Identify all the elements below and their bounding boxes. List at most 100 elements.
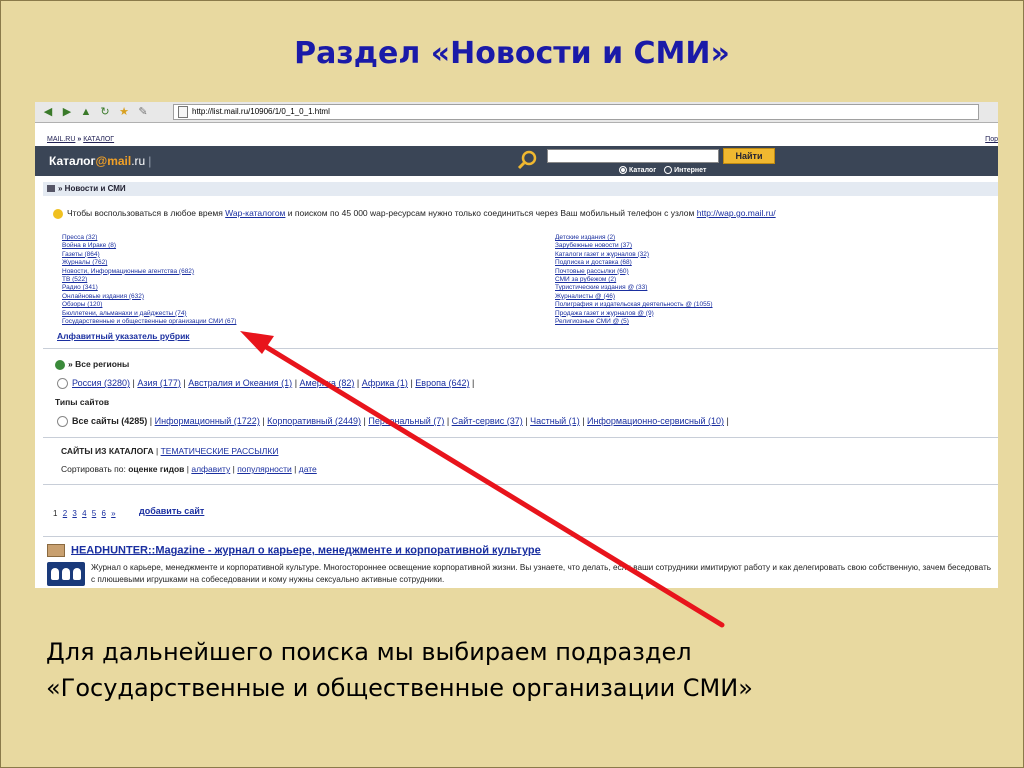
- category-link[interactable]: Подписка и доставка (68): [555, 259, 713, 267]
- mailing-lists-link[interactable]: ТЕМАТИЧЕСКИЕ РАССЫЛКИ: [161, 446, 279, 456]
- globe-icon: [55, 359, 65, 370]
- sort-alphabet-link[interactable]: алфавиту: [191, 464, 230, 474]
- site-types-list: Все сайты (4285) | Информационный (1722)…: [57, 416, 729, 428]
- site-types-title: Типы сайтов: [55, 397, 110, 407]
- site-logo[interactable]: Каталог@mail.ru |: [49, 154, 151, 168]
- category-link[interactable]: Бюллетени, альманахи и дайджесты (74): [62, 310, 236, 318]
- page-link[interactable]: 6: [101, 509, 105, 518]
- category-link[interactable]: Журналисты @ (46): [555, 293, 713, 301]
- address-bar[interactable]: http://list.mail.ru/10906/1/0_1_0_1.html: [173, 104, 979, 120]
- category-link[interactable]: Полиграфия и издательская деятельность @…: [555, 301, 713, 309]
- category-link[interactable]: Продажа газет и журналов @ (9): [555, 310, 713, 318]
- breadcrumb-catalog[interactable]: КАТАЛОГ: [83, 136, 114, 143]
- search-scope: Каталог Интернет: [613, 166, 706, 174]
- notice-text-2: и поиском по 45 000 wap-ресурсам нужно т…: [285, 208, 697, 218]
- logo-ru: .ru: [131, 154, 146, 168]
- wap-url-link[interactable]: http://wap.go.mail.ru/: [697, 208, 776, 218]
- category-link[interactable]: Зарубежные новости (37): [555, 242, 713, 250]
- caption-line-1: Для дальнейшего поиска мы выбираем подра…: [46, 638, 692, 666]
- page-icon: [178, 106, 188, 118]
- category-link[interactable]: Религиозные СМИ @ (5): [555, 318, 713, 326]
- regions-list: Россия (3280) | Азия (177) | Австралия и…: [57, 378, 474, 390]
- site-type-link[interactable]: Информационный (1722): [155, 416, 260, 426]
- result-description: Журнал о карьере, менеджменте и корпорат…: [91, 563, 991, 584]
- category-link[interactable]: Обзоры (120): [62, 301, 236, 309]
- forward-icon[interactable]: ▶: [60, 106, 74, 118]
- radio-internet-label: Интернет: [674, 166, 707, 174]
- sort-label: Сортировать по:: [61, 464, 129, 474]
- headhunter-logo[interactable]: [47, 562, 85, 586]
- alphabet-index-link[interactable]: Алфавитный указатель рубрик: [57, 331, 190, 341]
- site-type-link[interactable]: Информационно-сервисный (10): [587, 416, 724, 426]
- find-button[interactable]: Найти: [723, 148, 775, 164]
- home-icon[interactable]: [47, 185, 55, 193]
- edit-icon[interactable]: ✎: [136, 106, 150, 118]
- site-thumbnail-icon: [47, 544, 65, 557]
- category-list-right: Детские издания (2) Зарубежные новости (…: [555, 234, 713, 326]
- regions-title: » Все регионы: [55, 359, 129, 370]
- breadcrumb-mailru[interactable]: MAIL.RU: [47, 136, 75, 143]
- page-link[interactable]: 2: [63, 509, 67, 518]
- divider: [43, 536, 998, 537]
- page-current: 1: [53, 509, 58, 518]
- region-link[interactable]: Россия (3280): [72, 378, 130, 388]
- header-link-cut[interactable]: Пор: [985, 136, 998, 143]
- logo-bar: |: [148, 154, 152, 168]
- refresh-icon[interactable]: ↻: [98, 106, 112, 118]
- radio-catalog[interactable]: [619, 166, 627, 174]
- category-list-left: Пресса (32) Война в Ираке (8) Газеты (86…: [62, 234, 236, 326]
- category-link[interactable]: Новости, Информационные агентства (682): [62, 268, 236, 276]
- add-site-link[interactable]: добавить сайт: [139, 506, 204, 516]
- region-link[interactable]: Австралия и Океания (1): [188, 378, 292, 388]
- sort-date-link[interactable]: дате: [299, 464, 317, 474]
- smiley-icon: [53, 208, 63, 219]
- wap-notice: Чтобы воспользоваться в любое время Wap-…: [53, 208, 776, 219]
- category-link[interactable]: Онлайновые издания (632): [62, 293, 236, 301]
- category-link[interactable]: Война в Ираке (8): [62, 242, 236, 250]
- site-type-link[interactable]: Частный (1): [530, 416, 580, 426]
- radio-catalog-label: Каталог: [629, 166, 657, 174]
- favorites-icon[interactable]: ★: [117, 106, 131, 118]
- category-link[interactable]: Каталоги газет и журналов (32): [555, 251, 713, 259]
- site-type-link[interactable]: Корпоративный (2449): [267, 416, 361, 426]
- wap-catalog-link[interactable]: Wap-каталогом: [225, 208, 285, 218]
- divider: [43, 437, 998, 438]
- region-link[interactable]: Европа (642): [415, 378, 469, 388]
- category-link[interactable]: Газеты (864): [62, 251, 236, 259]
- site-type-link[interactable]: Сайт-сервис (37): [452, 416, 523, 426]
- page-link[interactable]: 3: [72, 509, 76, 518]
- category-link[interactable]: СМИ за рубежом (2): [555, 276, 713, 284]
- site-type-link[interactable]: Персональный (7): [368, 416, 444, 426]
- region-icon: [57, 378, 68, 390]
- category-link[interactable]: Радио (341): [62, 284, 236, 292]
- back-icon[interactable]: ◀: [41, 106, 55, 118]
- divider: [43, 484, 998, 485]
- type-icon: [57, 416, 68, 428]
- breadcrumb: MAIL.RU » КАТАЛОГ: [47, 136, 114, 143]
- caption-line-2: «Государственные и общественные организа…: [46, 674, 753, 702]
- sort-popularity-link[interactable]: популярности: [237, 464, 292, 474]
- slide-caption: Для дальнейшего поиска мы выбираем подра…: [46, 634, 1006, 706]
- browser-screenshot: ◀ ▶ ▲ ↻ ★ ✎ http://list.mail.ru/10906/1/…: [35, 102, 998, 588]
- section-title: » Новости и СМИ: [58, 184, 126, 193]
- page-link[interactable]: 5: [92, 509, 96, 518]
- region-link[interactable]: Африка (1): [362, 378, 408, 388]
- radio-internet[interactable]: [664, 166, 673, 174]
- category-link[interactable]: Почтовые рассылки (60): [555, 268, 713, 276]
- up-icon[interactable]: ▲: [79, 106, 93, 118]
- category-link-gov-media[interactable]: Государственные и общественные организац…: [62, 318, 236, 326]
- notice-text-1: Чтобы воспользоваться в любое время: [67, 208, 226, 218]
- region-link[interactable]: Америка (82): [300, 378, 355, 388]
- site-header: Каталог@mail.ru | Найти Каталог Интернет: [35, 146, 998, 176]
- search-input[interactable]: [547, 149, 719, 163]
- category-link[interactable]: ТВ (522): [62, 276, 236, 284]
- page-link[interactable]: 4: [82, 509, 86, 518]
- category-link[interactable]: Туристические издания @ (33): [555, 284, 713, 292]
- region-link[interactable]: Азия (177): [137, 378, 181, 388]
- category-link[interactable]: Журналы (762): [62, 259, 236, 267]
- regions-title-text[interactable]: » Все регионы: [68, 359, 129, 369]
- result-title-link[interactable]: HEADHUNTER::Magazine - журнал о карьере,…: [47, 544, 541, 557]
- sites-header: САЙТЫ ИЗ КАТАЛОГА | ТЕМАТИЧЕСКИЕ РАССЫЛК…: [61, 446, 278, 456]
- address-url: http://list.mail.ru/10906/1/0_1_0_1.html: [192, 107, 330, 116]
- page-next-link[interactable]: »: [111, 509, 115, 518]
